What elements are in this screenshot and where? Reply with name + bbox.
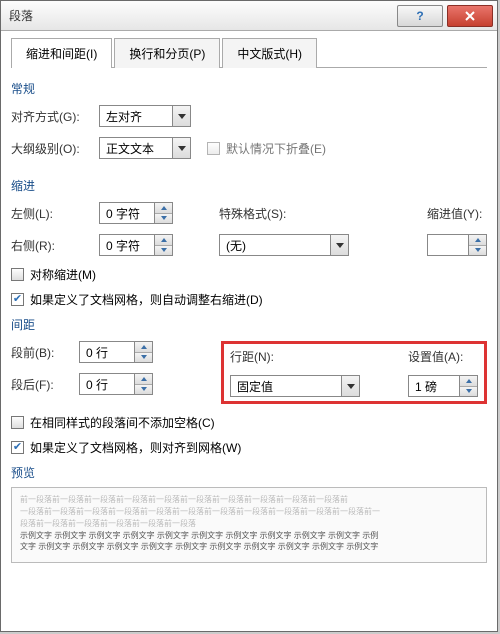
preview-para: 段落前一段落前一段落前一段落前一段落前一段落 (20, 518, 478, 530)
paragraph-dialog: 段落 ? 缩进和间距(I) 换行和分页(P) 中文版式(H) 常规 对齐方式(G… (0, 0, 498, 632)
special-combo[interactable]: (无) (219, 234, 349, 256)
dropdown-icon (172, 106, 190, 126)
section-spacing: 间距 (11, 316, 487, 333)
dialog-title: 段落 (1, 7, 397, 24)
line-value: 固定值 (231, 378, 341, 395)
indent-by-label: 缩进值(Y): (427, 205, 487, 222)
nospace-label: 在相同样式的段落间不添加空格(C) (30, 414, 215, 431)
collapse-checkbox (207, 142, 220, 155)
nospace-checkbox[interactable] (11, 416, 24, 429)
special-label: 特殊格式(S): (219, 205, 299, 222)
spin-down-icon[interactable] (469, 246, 486, 256)
spin-up-icon[interactable] (155, 203, 172, 214)
spin-up-icon[interactable] (135, 342, 152, 353)
spin-up-icon[interactable] (469, 235, 486, 246)
dropdown-icon (172, 138, 190, 158)
tab-strip: 缩进和间距(I) 换行和分页(P) 中文版式(H) (11, 37, 487, 68)
indent-by-spin[interactable] (427, 234, 487, 256)
before-label: 段前(B): (11, 344, 71, 361)
after-value: 0 行 (80, 376, 134, 393)
tab-asian[interactable]: 中文版式(H) (222, 38, 317, 68)
spin-down-icon[interactable] (155, 246, 172, 256)
tab-pagination[interactable]: 换行和分页(P) (114, 38, 220, 68)
preview-para: 一段落前一段落前一段落前一段落前一段落前一段落前一段落前一段落前一段落前一段落前… (20, 506, 478, 518)
alignment-value: 左对齐 (100, 108, 172, 125)
collapse-label: 默认情况下折叠(E) (226, 140, 326, 157)
at-label: 设置值(A): (408, 348, 478, 365)
spin-up-icon[interactable] (460, 376, 477, 387)
help-button[interactable]: ? (397, 5, 443, 27)
spin-down-icon[interactable] (135, 385, 152, 395)
line-spacing-highlight: 行距(N): 设置值(A): 固定值 1 磅 (221, 341, 487, 404)
grid-indent-label: 如果定义了文档网格，则自动调整右缩进(D) (30, 291, 263, 308)
line-label: 行距(N): (230, 348, 290, 365)
spin-down-icon[interactable] (155, 214, 172, 224)
dialog-body: 缩进和间距(I) 换行和分页(P) 中文版式(H) 常规 对齐方式(G): 左对… (1, 31, 497, 631)
dropdown-icon (330, 235, 348, 255)
at-value: 1 磅 (409, 378, 459, 395)
preview-sample: 示例文字 示例文字 示例文字 示例文字 示例文字 示例文字 示例文字 示例文字 … (20, 530, 478, 541)
section-indent: 缩进 (11, 177, 487, 194)
indent-right-spin[interactable]: 0 字符 (99, 234, 173, 256)
close-button[interactable] (447, 5, 493, 27)
indent-left-value: 0 字符 (100, 205, 154, 222)
indent-right-value: 0 字符 (100, 237, 154, 254)
grid-indent-checkbox[interactable]: ✔ (11, 293, 24, 306)
alignment-combo[interactable]: 左对齐 (99, 105, 191, 127)
section-preview: 预览 (11, 464, 487, 481)
indent-left-label: 左侧(L): (11, 205, 91, 222)
at-spin[interactable]: 1 磅 (408, 375, 478, 397)
indent-right-label: 右侧(R): (11, 237, 91, 254)
preview-box: 前一段落前一段落前一段落前一段落前一段落前一段落前一段落前一段落前一段落前一段落… (11, 487, 487, 563)
indent-left-spin[interactable]: 0 字符 (99, 202, 173, 224)
after-label: 段后(F): (11, 376, 71, 393)
preview-sample: 文字 示例文字 示例文字 示例文字 示例文字 示例文字 示例文字 示例文字 示例… (20, 541, 478, 552)
outline-combo[interactable]: 正文文本 (99, 137, 191, 159)
special-value: (无) (220, 237, 330, 254)
svg-text:?: ? (416, 9, 423, 23)
mirror-checkbox[interactable] (11, 268, 24, 281)
titlebar: 段落 ? (1, 1, 497, 31)
spin-up-icon[interactable] (155, 235, 172, 246)
snap-checkbox[interactable]: ✔ (11, 441, 24, 454)
outline-value: 正文文本 (100, 140, 172, 157)
alignment-label: 对齐方式(G): (11, 108, 91, 125)
before-value: 0 行 (80, 344, 134, 361)
after-spin[interactable]: 0 行 (79, 373, 153, 395)
snap-label: 如果定义了文档网格，则对齐到网格(W) (30, 439, 241, 456)
line-combo[interactable]: 固定值 (230, 375, 360, 397)
dropdown-icon (341, 376, 359, 396)
spin-down-icon[interactable] (460, 387, 477, 397)
tab-indent-spacing[interactable]: 缩进和间距(I) (11, 38, 112, 68)
section-general: 常规 (11, 80, 487, 97)
before-spin[interactable]: 0 行 (79, 341, 153, 363)
spin-down-icon[interactable] (135, 353, 152, 363)
spin-up-icon[interactable] (135, 374, 152, 385)
mirror-label: 对称缩进(M) (30, 266, 96, 283)
outline-label: 大纲级别(O): (11, 140, 91, 157)
preview-para: 前一段落前一段落前一段落前一段落前一段落前一段落前一段落前一段落前一段落前一段落… (20, 494, 478, 506)
